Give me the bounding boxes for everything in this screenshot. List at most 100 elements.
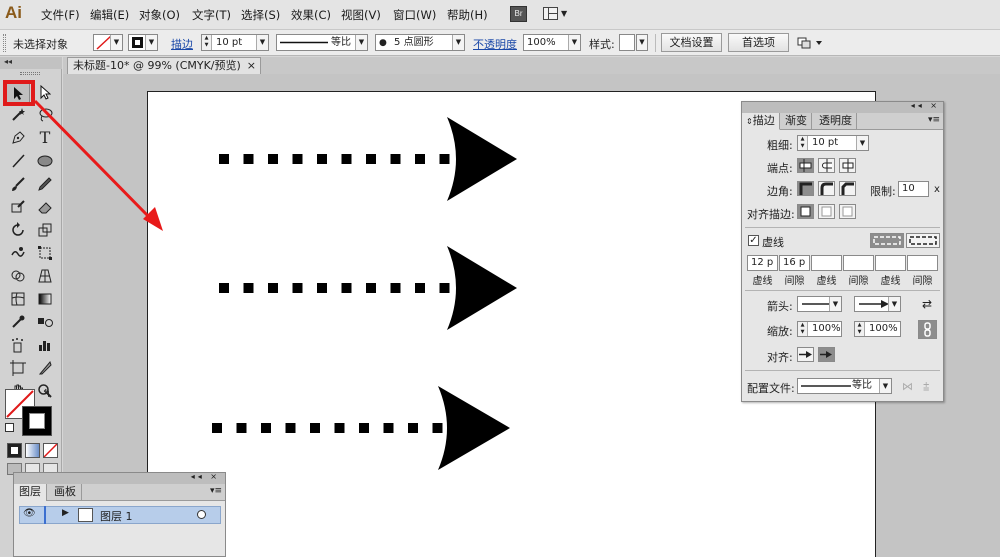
dash-segment [243,154,254,164]
gap-2-label: 间隙 [848,276,869,287]
round-cap-button[interactable] [818,158,835,173]
stroke-panel-header[interactable]: ◂◂ × [742,101,943,113]
miter-join-icon [799,182,812,195]
dash-segment [317,283,327,293]
align-center-button[interactable] [797,204,814,219]
tab-layers[interactable]: 图层 [14,484,47,501]
annotation-arrow [33,99,163,231]
arrowhead [447,246,517,330]
gap-3-field[interactable] [907,255,938,271]
align-center-icon [800,206,811,217]
profile-label: 配置文件: [747,382,795,395]
expand-triangle-icon[interactable]: ▶ [62,508,69,518]
tab-artboards[interactable]: 画板 [49,484,82,501]
end-scale-field[interactable]: ▲ ▼ 100% [854,321,901,337]
bevel-join-button[interactable] [839,181,856,196]
eye-icon[interactable]: 👁 [23,508,36,519]
projecting-cap-icon [842,159,854,172]
align-inside-button[interactable] [818,204,835,219]
start-arrowhead-select[interactable]: ▼ [797,296,842,312]
layers-panel: ◂◂ × 图层 画板 ▾≡ 👁 ▶ 图层 1 [13,472,226,557]
limit-label: 限制: [870,185,896,198]
layer-row[interactable]: 👁 ▶ 图层 1 [19,506,221,524]
dash-1-label: 虚线 [752,276,773,287]
annotation-arrow-head [143,207,163,231]
divider [745,290,940,291]
weight-value: 10 pt [812,137,839,148]
spinner-icon[interactable]: ▲ ▼ [855,322,865,336]
align-outside-button[interactable] [839,204,856,219]
dash-segment [390,154,401,164]
profile-select[interactable]: 等比 ▼ [797,378,892,394]
stroke-panel: ◂◂ × ⇕描边 渐变 透明度 ▾≡ 粗细: ▲ ▼ 10 pt ▼ 端点: 边角… [741,101,944,402]
dash-segment [359,423,369,433]
dash-segment [236,423,247,433]
tab-transparency[interactable]: 透明度 [815,113,857,130]
limit-field[interactable]: 10 [898,181,929,197]
dash-3-field[interactable] [875,255,906,271]
butt-cap-icon [799,159,812,172]
swap-arrowheads-icon[interactable]: ⇄ [922,297,932,311]
start-scale-field[interactable]: ▲ ▼ 100% [797,321,842,337]
projecting-cap-button[interactable] [839,158,856,173]
tab-toggle-icon: ⇕ [746,117,753,126]
flip-across-icon[interactable]: ⩲ [923,380,929,394]
spinner-icon[interactable]: ▲ ▼ [798,136,808,150]
layers-panel-tabs: 图层 画板 ▾≡ [14,484,225,501]
dash-segment [268,154,278,164]
layer-name[interactable]: 图层 1 [100,508,133,524]
end-scale-value: 100% [869,323,898,334]
arrowhead-icon [859,300,889,308]
miter-join-button[interactable] [797,181,814,196]
round-join-icon [820,182,833,195]
extend-arrow-icon [799,351,812,358]
link-icon [924,322,931,337]
extend-arrow-button[interactable] [797,347,814,362]
dash-segment [219,283,229,293]
profile-line-icon [801,385,851,387]
dash-segment [334,423,345,433]
chevron-down-icon: ▼ [879,379,891,393]
gap-2-field[interactable] [843,255,874,271]
panel-collapse-close-icon[interactable]: ◂◂ × [911,101,940,110]
dash-segment [439,283,450,293]
align-dash-button[interactable] [906,233,940,248]
layer-thumbnail [78,508,93,522]
dash-segment [341,283,352,293]
dashed-line-checkbox[interactable]: ✓ [748,235,759,246]
gap-1-field[interactable]: 16 p [779,255,810,271]
layers-panel-header[interactable]: ◂◂ × [14,472,225,484]
end-arrowhead-select[interactable]: ▼ [854,296,901,312]
spinner-icon[interactable]: ▲ ▼ [798,322,808,336]
dash-segment [366,283,376,293]
tab-gradient[interactable]: 渐变 [781,113,812,130]
dash-segment [432,423,443,433]
butt-cap-button[interactable] [797,158,814,173]
dash-2-field[interactable] [811,255,842,271]
start-scale-value: 100% [812,323,841,334]
flip-along-icon[interactable]: ⋈ [902,380,913,393]
dash-3-label: 虚线 [880,276,901,287]
link-scale-button[interactable] [918,320,937,339]
weight-field[interactable]: ▲ ▼ 10 pt ▼ [797,135,869,151]
dash-1-field[interactable]: 12 p [747,255,778,271]
no-arrowhead-icon [802,303,830,305]
arrowheads-label: 箭头: [767,300,793,313]
align-dash-icon [909,236,937,245]
panel-menu-icon[interactable]: ▾≡ [928,115,940,125]
panel-menu-icon[interactable]: ▾≡ [210,486,222,496]
round-join-button[interactable] [818,181,835,196]
dashed-arrows [212,117,517,470]
dash-segment [317,154,327,164]
dash-segment [341,154,352,164]
gap-1-label: 间隙 [784,276,805,287]
target-icon[interactable] [197,510,206,519]
weight-label: 粗细: [767,139,793,152]
annotation-arrow-line [33,99,152,220]
place-arrow-button[interactable] [818,347,835,362]
dash-segment [415,154,425,164]
layer-color-bar [44,506,46,524]
panel-collapse-close-icon[interactable]: ◂◂ × [191,472,220,481]
tab-stroke[interactable]: ⇕描边 [742,113,780,130]
preserve-dash-button[interactable] [870,233,904,248]
